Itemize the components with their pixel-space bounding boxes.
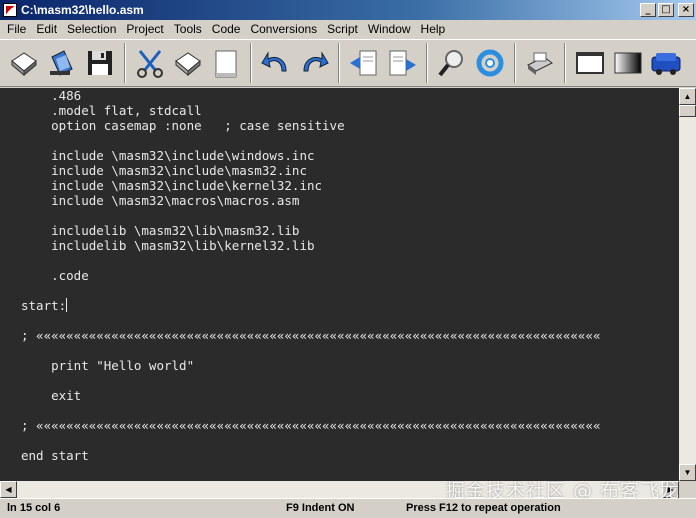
toolbar — [0, 39, 696, 87]
menu-conversions[interactable]: Conversions — [245, 21, 322, 38]
toolbar-separator — [426, 43, 428, 83]
paste-icon[interactable] — [208, 43, 244, 83]
toolbar-separator — [250, 43, 252, 83]
code-line: include \masm32\include\windows.inc — [21, 148, 315, 163]
new-file-icon[interactable] — [6, 43, 42, 83]
menu-help[interactable]: Help — [416, 21, 451, 38]
comment-divider: ; ««««««««««««««««««««««««««««««««««««««… — [21, 328, 601, 343]
find-icon[interactable] — [434, 43, 470, 83]
close-button[interactable]: × — [678, 3, 694, 17]
menu-bar: File Edit Selection Project Tools Code C… — [0, 20, 696, 39]
vertical-scrollbar[interactable]: ▲ ▼ — [679, 88, 696, 481]
run-icon[interactable] — [648, 43, 684, 83]
code-line: end start — [21, 448, 89, 463]
menu-code[interactable]: Code — [207, 21, 246, 38]
menu-window[interactable]: Window — [363, 21, 416, 38]
toolbar-separator — [338, 43, 340, 83]
scroll-up-button[interactable]: ▲ — [679, 88, 696, 105]
code-line: .model flat, stdcall — [21, 103, 202, 118]
code-line: exit — [21, 388, 82, 403]
copy-icon[interactable] — [170, 43, 206, 83]
fullscreen-icon[interactable] — [610, 43, 646, 83]
menu-tools[interactable]: Tools — [169, 21, 207, 38]
code-line-current: start: — [0, 298, 679, 313]
menu-project[interactable]: Project — [121, 21, 168, 38]
title-bar: C:\masm32\hello.asm _ □ × — [0, 0, 696, 20]
code-line: includelib \masm32\lib\masm32.lib — [21, 223, 300, 238]
code-line: includelib \masm32\lib\kernel32.lib — [21, 238, 315, 253]
scrollbar-corner — [679, 481, 696, 498]
indent-status: F9 Indent ON — [286, 502, 355, 514]
cursor-position: ln 15 col 6 — [7, 502, 61, 514]
code-line: print "Hello world" — [21, 358, 195, 373]
code-line: .486 — [21, 88, 82, 103]
open-file-icon[interactable] — [44, 43, 80, 83]
replace-icon[interactable] — [472, 43, 508, 83]
undo-icon[interactable] — [258, 43, 294, 83]
code-line: include \masm32\include\masm32.inc — [21, 163, 307, 178]
save-icon[interactable] — [82, 43, 118, 83]
menu-file[interactable]: File — [2, 21, 31, 38]
scroll-left-button[interactable]: ◀ — [0, 481, 17, 498]
cut-icon[interactable] — [132, 43, 168, 83]
app-icon[interactable] — [3, 3, 17, 17]
status-hint: Press F12 to repeat operation — [406, 502, 561, 514]
maximize-button[interactable]: □ — [658, 3, 674, 17]
menu-selection[interactable]: Selection — [62, 21, 121, 38]
text-caret — [66, 298, 68, 312]
label-start: start: — [21, 298, 67, 313]
window-title: C:\masm32\hello.asm — [21, 3, 144, 17]
vertical-scroll-thumb[interactable] — [679, 105, 696, 117]
code-area[interactable]: .486 .model flat, stdcall option casemap… — [0, 88, 679, 463]
status-bar: ln 15 col 6 F9 Indent ON Press F12 to re… — [0, 498, 696, 518]
print-icon[interactable] — [522, 43, 558, 83]
menu-script[interactable]: Script — [322, 21, 363, 38]
window-icon[interactable] — [572, 43, 608, 83]
scroll-down-button[interactable]: ▼ — [679, 464, 696, 481]
menu-edit[interactable]: Edit — [31, 21, 62, 38]
redo-icon[interactable] — [296, 43, 332, 83]
code-line: option casemap :none ; case sensitive — [21, 118, 345, 133]
toolbar-separator — [124, 43, 126, 83]
code-editor[interactable]: .486 .model flat, stdcall option casemap… — [0, 88, 679, 481]
minimize-button[interactable]: _ — [640, 3, 656, 17]
comment-divider: ; ««««««««««««««««««««««««««««««««««««««… — [21, 418, 601, 433]
import-icon[interactable] — [346, 43, 382, 83]
export-icon[interactable] — [384, 43, 420, 83]
toolbar-separator — [564, 43, 566, 83]
code-line: .code — [21, 268, 89, 283]
code-line: include \masm32\include\kernel32.inc — [21, 178, 323, 193]
toolbar-separator — [514, 43, 516, 83]
code-line: include \masm32\macros\macros.asm — [21, 193, 300, 208]
